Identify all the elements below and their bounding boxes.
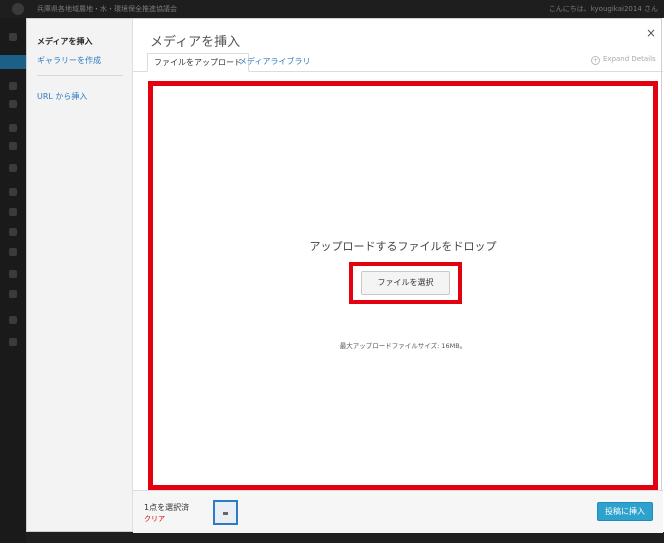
clear-selection-link[interactable]: クリア [144,514,165,524]
dimmed-backdrop [26,532,664,543]
insert-into-post-button[interactable]: 投稿に挿入 [597,502,653,521]
select-files-highlight: ファイルを選択 [349,262,462,304]
comments-icon[interactable] [9,142,17,150]
router-tabs: ファイルをアップロード メディアライブラリ [133,51,663,72]
screen: 兵庫県各地域農地・水・環境保全推進協議会 こんにちは、kyougikai2014… [0,0,664,543]
selection-count: 1点を選択済 [144,503,190,512]
modal-title: メディアを挿入 [150,35,241,50]
menu-separator [37,75,123,76]
selected-attachment-thumbnail[interactable] [213,500,238,525]
tools-icon[interactable] [9,228,17,236]
posts-icon[interactable] [0,55,26,69]
menu-item-insert-media[interactable]: メディアを挿入 [37,36,92,47]
menu-item-create-gallery[interactable]: ギャラリーを作成 [37,55,101,66]
appearance-icon[interactable] [9,164,17,172]
close-icon[interactable]: × [646,26,656,40]
upload-drop-zone[interactable]: アップロードするファイルをドロップ ファイルを選択 最大アップロードファイルサイ… [148,81,658,490]
admin-sidebar [0,18,26,543]
file-icon [223,512,228,515]
collapse-menu-icon[interactable] [9,290,17,298]
media-menu: メディアを挿入 ギャラリーを作成 URL から挿入 [27,19,133,531]
tab-media-library[interactable]: メディアライブラリ [233,53,316,72]
pages-icon[interactable] [9,124,17,132]
menu-item-insert-from-url[interactable]: URL から挿入 [37,91,87,102]
users-icon[interactable] [9,208,17,216]
wordpress-logo-icon[interactable] [12,3,24,15]
site-name-link[interactable]: 兵庫県各地域農地・水・環境保全推進協議会 [37,4,177,14]
user-greeting[interactable]: こんにちは、kyougikai2014 さん [549,4,658,14]
admin-bar: 兵庫県各地域農地・水・環境保全推進協議会 こんにちは、kyougikai2014… [0,0,664,18]
plugins-icon[interactable] [9,188,17,196]
max-upload-size: 最大アップロードファイルサイズ: 16MB。 [339,342,467,350]
links-icon[interactable] [9,100,17,108]
drop-instructions: アップロードするファイルをドロップ [309,240,497,253]
extra-menu-icon-2[interactable] [9,338,17,346]
dashboard-icon[interactable] [9,33,17,41]
plugin-menu-icon[interactable] [9,270,17,278]
media-icon[interactable] [9,82,17,90]
settings-icon[interactable] [9,248,17,256]
select-files-button[interactable]: ファイルを選択 [361,271,450,295]
extra-menu-icon[interactable] [9,316,17,324]
media-modal: メディアを挿入 ギャラリーを作成 URL から挿入 メディアを挿入 × + Exp… [26,18,663,533]
media-toolbar: 1点を選択済 クリア 投稿に挿入 [133,490,663,533]
